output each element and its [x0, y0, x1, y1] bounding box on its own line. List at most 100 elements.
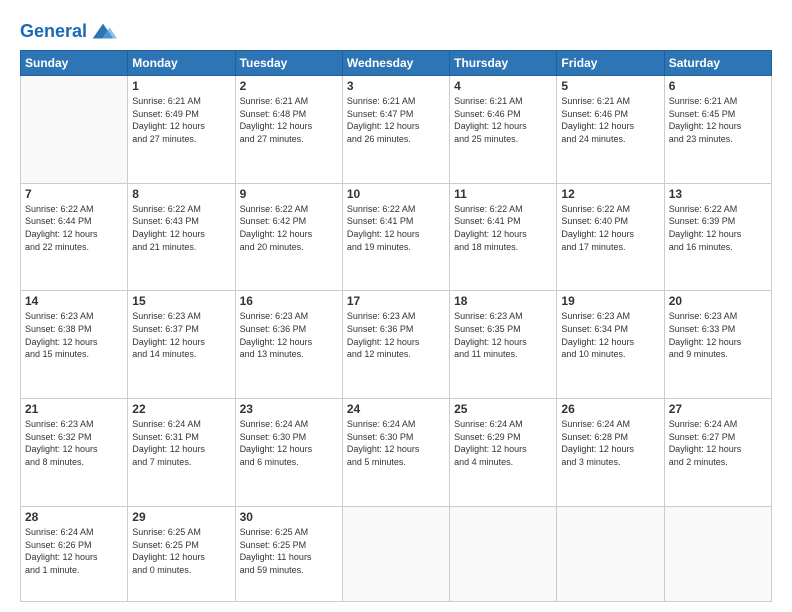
day-number: 2 [240, 79, 338, 93]
calendar-cell: 8Sunrise: 6:22 AM Sunset: 6:43 PM Daylig… [128, 183, 235, 291]
calendar-week-3: 14 Sunrise: 6:23 AM Sunset: 6:38 PM Dayli… [21, 291, 772, 399]
calendar-cell: 19Sunrise: 6:23 AM Sunset: 6:34 PM Dayli… [557, 291, 664, 399]
day-number: 24 [347, 402, 445, 416]
calendar-cell: 30 Sunrise: 6:25 AM Sunset: 6:25 PM Dayli… [235, 506, 342, 601]
calendar-week-2: 7 Sunrise: 6:22 AM Sunset: 6:44 PM Daylig… [21, 183, 772, 291]
logo-text: General [20, 22, 87, 42]
day-info: Sunrise: 6:21 AM Sunset: 6:48 PM Dayligh… [240, 95, 338, 145]
day-number: 26 [561, 402, 659, 416]
day-number: 16 [240, 294, 338, 308]
calendar-cell: 9Sunrise: 6:22 AM Sunset: 6:42 PM Daylig… [235, 183, 342, 291]
day-number: 9 [240, 187, 338, 201]
day-info: Sunrise: 6:22 AM Sunset: 6:41 PM Dayligh… [454, 203, 552, 253]
day-info: Sunrise: 6:24 AM Sunset: 6:27 PM Dayligh… [669, 418, 767, 468]
calendar-cell: 26 Sunrise: 6:24 AM Sunset: 6:28 PM Dayli… [557, 399, 664, 507]
calendar-cell: 21 Sunrise: 6:23 AM Sunset: 6:32 PM Dayli… [21, 399, 128, 507]
calendar-cell: 16Sunrise: 6:23 AM Sunset: 6:36 PM Dayli… [235, 291, 342, 399]
calendar-cell: 24 Sunrise: 6:24 AM Sunset: 6:30 PM Dayli… [342, 399, 449, 507]
calendar-cell: 12 Sunrise: 6:22 AM Sunset: 6:40 PM Dayli… [557, 183, 664, 291]
day-info: Sunrise: 6:21 AM Sunset: 6:46 PM Dayligh… [561, 95, 659, 145]
calendar-week-1: 1Sunrise: 6:21 AM Sunset: 6:49 PM Daylig… [21, 76, 772, 184]
day-info: Sunrise: 6:24 AM Sunset: 6:29 PM Dayligh… [454, 418, 552, 468]
day-number: 18 [454, 294, 552, 308]
day-number: 14 [25, 294, 123, 308]
day-number: 11 [454, 187, 552, 201]
calendar-cell: 2 Sunrise: 6:21 AM Sunset: 6:48 PM Daylig… [235, 76, 342, 184]
calendar-cell: 22 Sunrise: 6:24 AM Sunset: 6:31 PM Dayli… [128, 399, 235, 507]
day-number: 5 [561, 79, 659, 93]
calendar-table: SundayMondayTuesdayWednesdayThursdayFrid… [20, 50, 772, 602]
calendar-cell: 15Sunrise: 6:23 AM Sunset: 6:37 PM Dayli… [128, 291, 235, 399]
calendar-cell: 7 Sunrise: 6:22 AM Sunset: 6:44 PM Daylig… [21, 183, 128, 291]
calendar-cell: 18 Sunrise: 6:23 AM Sunset: 6:35 PM Dayli… [450, 291, 557, 399]
day-info: Sunrise: 6:25 AM Sunset: 6:25 PM Dayligh… [132, 526, 230, 576]
day-info: Sunrise: 6:22 AM Sunset: 6:43 PM Dayligh… [132, 203, 230, 253]
calendar-cell: 1Sunrise: 6:21 AM Sunset: 6:49 PM Daylig… [128, 76, 235, 184]
day-info: Sunrise: 6:24 AM Sunset: 6:28 PM Dayligh… [561, 418, 659, 468]
day-info: Sunrise: 6:21 AM Sunset: 6:49 PM Dayligh… [132, 95, 230, 145]
day-info: Sunrise: 6:22 AM Sunset: 6:40 PM Dayligh… [561, 203, 659, 253]
day-number: 12 [561, 187, 659, 201]
day-info: Sunrise: 6:23 AM Sunset: 6:33 PM Dayligh… [669, 310, 767, 360]
col-header-thursday: Thursday [450, 51, 557, 76]
calendar-cell [557, 506, 664, 601]
logo: General [20, 18, 117, 42]
day-info: Sunrise: 6:24 AM Sunset: 6:30 PM Dayligh… [347, 418, 445, 468]
calendar-cell: 27 Sunrise: 6:24 AM Sunset: 6:27 PM Dayli… [664, 399, 771, 507]
day-info: Sunrise: 6:21 AM Sunset: 6:46 PM Dayligh… [454, 95, 552, 145]
day-number: 7 [25, 187, 123, 201]
calendar-cell: 17Sunrise: 6:23 AM Sunset: 6:36 PM Dayli… [342, 291, 449, 399]
calendar-week-4: 21 Sunrise: 6:23 AM Sunset: 6:32 PM Dayli… [21, 399, 772, 507]
page: General SundayMondayTuesdayWednesdayThur… [0, 0, 792, 612]
day-info: Sunrise: 6:25 AM Sunset: 6:25 PM Dayligh… [240, 526, 338, 576]
col-header-wednesday: Wednesday [342, 51, 449, 76]
col-header-saturday: Saturday [664, 51, 771, 76]
day-info: Sunrise: 6:21 AM Sunset: 6:47 PM Dayligh… [347, 95, 445, 145]
calendar-cell [450, 506, 557, 601]
day-number: 22 [132, 402, 230, 416]
day-info: Sunrise: 6:23 AM Sunset: 6:32 PM Dayligh… [25, 418, 123, 468]
calendar-cell: 25 Sunrise: 6:24 AM Sunset: 6:29 PM Dayli… [450, 399, 557, 507]
calendar-cell: 28Sunrise: 6:24 AM Sunset: 6:26 PM Dayli… [21, 506, 128, 601]
day-info: Sunrise: 6:22 AM Sunset: 6:39 PM Dayligh… [669, 203, 767, 253]
day-info: Sunrise: 6:22 AM Sunset: 6:44 PM Dayligh… [25, 203, 123, 253]
day-number: 23 [240, 402, 338, 416]
day-number: 3 [347, 79, 445, 93]
calendar-header-row: SundayMondayTuesdayWednesdayThursdayFrid… [21, 51, 772, 76]
day-number: 21 [25, 402, 123, 416]
day-info: Sunrise: 6:24 AM Sunset: 6:31 PM Dayligh… [132, 418, 230, 468]
calendar-week-5: 28Sunrise: 6:24 AM Sunset: 6:26 PM Dayli… [21, 506, 772, 601]
calendar-cell: 23Sunrise: 6:24 AM Sunset: 6:30 PM Dayli… [235, 399, 342, 507]
day-number: 4 [454, 79, 552, 93]
calendar-cell: 11 Sunrise: 6:22 AM Sunset: 6:41 PM Dayli… [450, 183, 557, 291]
day-number: 20 [669, 294, 767, 308]
day-info: Sunrise: 6:23 AM Sunset: 6:35 PM Dayligh… [454, 310, 552, 360]
calendar-cell [342, 506, 449, 601]
calendar-cell: 6Sunrise: 6:21 AM Sunset: 6:45 PM Daylig… [664, 76, 771, 184]
day-number: 17 [347, 294, 445, 308]
day-number: 10 [347, 187, 445, 201]
day-number: 29 [132, 510, 230, 524]
calendar-cell [664, 506, 771, 601]
col-header-tuesday: Tuesday [235, 51, 342, 76]
day-number: 25 [454, 402, 552, 416]
col-header-sunday: Sunday [21, 51, 128, 76]
day-info: Sunrise: 6:23 AM Sunset: 6:34 PM Dayligh… [561, 310, 659, 360]
col-header-monday: Monday [128, 51, 235, 76]
calendar-cell: 13 Sunrise: 6:22 AM Sunset: 6:39 PM Dayli… [664, 183, 771, 291]
calendar-cell: 10 Sunrise: 6:22 AM Sunset: 6:41 PM Dayli… [342, 183, 449, 291]
day-info: Sunrise: 6:22 AM Sunset: 6:41 PM Dayligh… [347, 203, 445, 253]
calendar-cell [21, 76, 128, 184]
day-number: 27 [669, 402, 767, 416]
header: General [20, 18, 772, 42]
day-number: 13 [669, 187, 767, 201]
day-info: Sunrise: 6:21 AM Sunset: 6:45 PM Dayligh… [669, 95, 767, 145]
day-info: Sunrise: 6:23 AM Sunset: 6:37 PM Dayligh… [132, 310, 230, 360]
calendar-cell: 29 Sunrise: 6:25 AM Sunset: 6:25 PM Dayli… [128, 506, 235, 601]
day-info: Sunrise: 6:23 AM Sunset: 6:38 PM Dayligh… [25, 310, 123, 360]
day-number: 30 [240, 510, 338, 524]
calendar-cell: 4 Sunrise: 6:21 AM Sunset: 6:46 PM Daylig… [450, 76, 557, 184]
calendar-cell: 3 Sunrise: 6:21 AM Sunset: 6:47 PM Daylig… [342, 76, 449, 184]
calendar-cell: 14 Sunrise: 6:23 AM Sunset: 6:38 PM Dayli… [21, 291, 128, 399]
col-header-friday: Friday [557, 51, 664, 76]
